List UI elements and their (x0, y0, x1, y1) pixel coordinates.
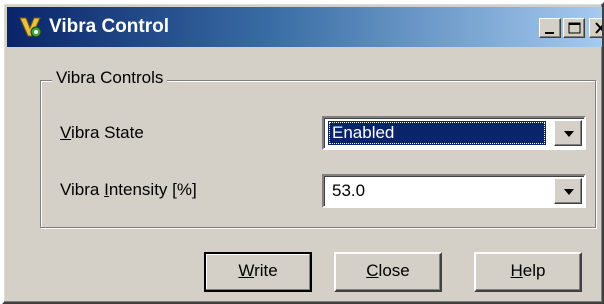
button-accelerator: H (510, 261, 523, 280)
vibra-intensity-label: Vibra Intensity [%] (60, 180, 197, 200)
window-title: Vibra Control (49, 16, 169, 37)
button-label: elp (522, 261, 546, 280)
vibra-intensity-value: 53.0 (332, 181, 366, 200)
vibra-state-select[interactable]: Enabled (322, 116, 586, 150)
vibra-state-dropdown-button[interactable] (554, 120, 582, 146)
label-accelerator: V (60, 123, 72, 142)
close-button[interactable]: Close (334, 252, 442, 292)
help-button[interactable]: Help (474, 252, 582, 292)
label-text: Vibra (60, 180, 105, 199)
button-label: rite (254, 261, 278, 280)
group-label: Vibra Controls (52, 68, 168, 88)
vibra-control-window: Vibra Control Vibra Controls Vibra State… (2, 2, 604, 304)
close-window-button[interactable] (589, 18, 602, 38)
button-accelerator: W (238, 261, 255, 280)
vibra-intensity-dropdown-button[interactable] (554, 178, 582, 204)
write-button[interactable]: Write (204, 252, 312, 292)
vibra-state-label: Vibra State (60, 123, 144, 143)
label-text: ntensity [%] (108, 180, 197, 199)
title-bar[interactable]: Vibra Control (7, 7, 602, 47)
minimize-button[interactable] (539, 18, 561, 38)
vibra-intensity-select[interactable]: 53.0 (322, 174, 586, 208)
vibra-state-value: Enabled (328, 121, 546, 145)
button-accelerator: C (366, 261, 379, 280)
label-text: ibra State (71, 123, 144, 142)
button-label: lose (378, 261, 410, 280)
app-icon[interactable] (17, 14, 43, 40)
maximize-button[interactable] (563, 18, 585, 38)
